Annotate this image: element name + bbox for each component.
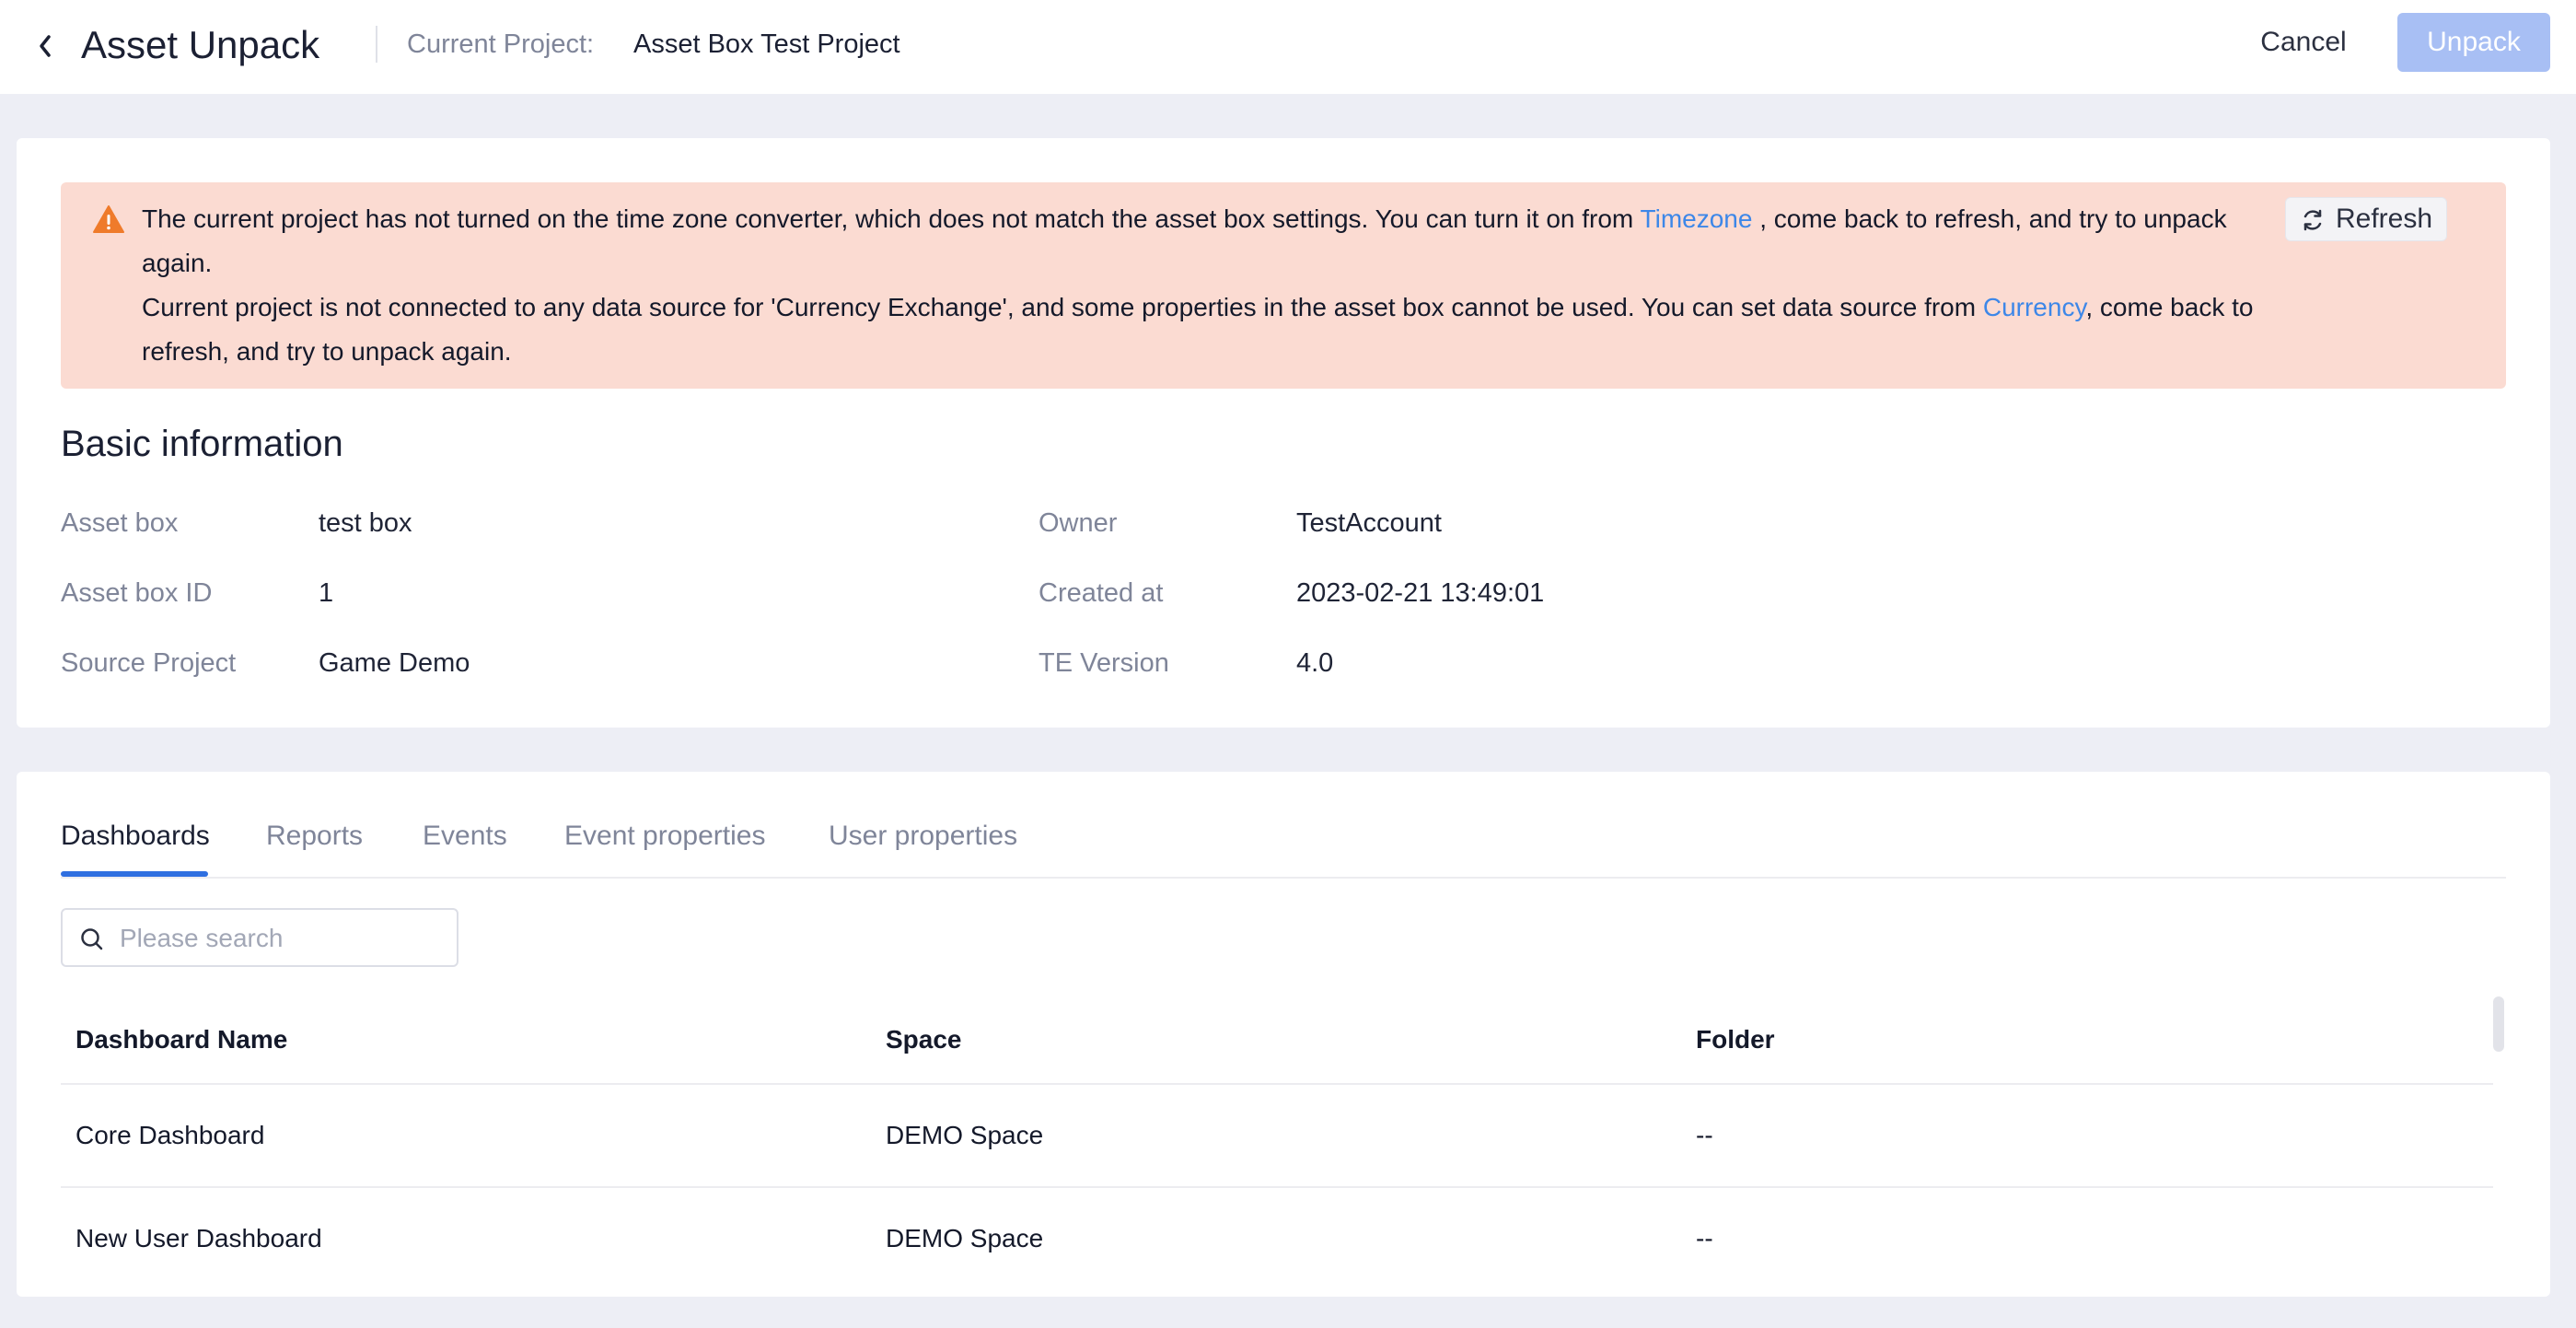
tab-user-properties[interactable]: User properties [829, 818, 1017, 855]
tab-reports[interactable]: Reports [266, 818, 363, 855]
asset-box-id-label: Asset box ID [61, 578, 213, 608]
column-header-dashboard-name: Dashboard Name [75, 1025, 288, 1054]
source-project-label: Source Project [61, 648, 237, 678]
asset-box-label: Asset box [61, 508, 179, 538]
alert-message: The current project has not turned on th… [142, 197, 2259, 374]
search-input[interactable] [118, 917, 444, 960]
page-title: Asset Unpack [81, 23, 320, 66]
warning-icon [92, 204, 125, 234]
table-header-divider [61, 1083, 2493, 1085]
tabs-divider [61, 877, 2506, 879]
timezone-link[interactable]: Timezone [1641, 204, 1753, 233]
table-row-divider [61, 1186, 2493, 1188]
asset-box-value: test box [319, 508, 412, 538]
tab-event-properties[interactable]: Event properties [564, 818, 765, 855]
alert-line1-text: The current project has not turned on th… [142, 204, 1641, 233]
created-at-label: Created at [1039, 578, 1164, 608]
currency-link[interactable]: Currency [1983, 293, 2086, 321]
table-scrollbar[interactable] [2493, 996, 2504, 1052]
te-version-value: 4.0 [1296, 648, 1334, 678]
table-cell-space: DEMO Space [886, 1224, 1044, 1252]
section-title: Basic information [61, 424, 343, 464]
assets-card [17, 772, 2550, 1297]
search-box[interactable] [61, 908, 458, 967]
asset-box-id-value: 1 [319, 578, 334, 608]
refresh-icon [2303, 209, 2322, 231]
search-icon [81, 928, 103, 950]
table-cell-dashboard-name: New User Dashboard [75, 1224, 322, 1252]
tab-events[interactable]: Events [423, 818, 507, 855]
column-header-folder: Folder [1696, 1025, 1775, 1054]
refresh-button[interactable]: Refresh [2285, 197, 2447, 241]
table-cell-folder: -- [1696, 1121, 1713, 1149]
active-tab-indicator [61, 871, 208, 877]
created-at-value: 2023-02-21 13:49:01 [1296, 578, 1545, 608]
top-header: Asset Unpack Current Project: Asset Box … [0, 0, 2576, 94]
unpack-button[interactable]: Unpack [2397, 13, 2550, 72]
table-cell-folder: -- [1696, 1224, 1713, 1252]
tab-dashboards[interactable]: Dashboards [61, 818, 210, 855]
table-cell-dashboard-name: Core Dashboard [75, 1121, 265, 1149]
table-cell-space: DEMO Space [886, 1121, 1044, 1149]
owner-value: TestAccount [1296, 508, 1442, 538]
current-project-label: Current Project: [407, 29, 595, 59]
owner-label: Owner [1039, 508, 1118, 538]
header-divider [376, 26, 377, 63]
te-version-label: TE Version [1039, 648, 1169, 678]
current-project-value: Asset Box Test Project [633, 29, 900, 59]
back-icon[interactable] [33, 28, 59, 64]
refresh-label: Refresh [2336, 204, 2433, 234]
alert-line2-text: Current project is not connected to any … [142, 293, 1983, 321]
source-project-value: Game Demo [319, 648, 470, 678]
cancel-button[interactable]: Cancel [2246, 13, 2361, 72]
column-header-space: Space [886, 1025, 962, 1054]
